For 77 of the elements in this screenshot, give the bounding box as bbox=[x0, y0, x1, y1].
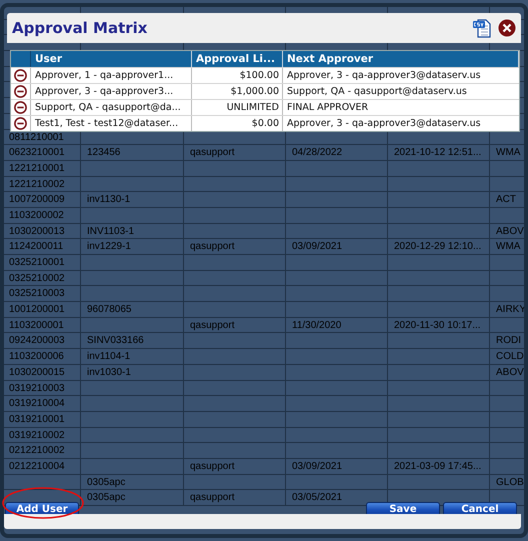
table-cell: qasupport bbox=[190, 492, 234, 504]
table-cell: Approver, 1 - qa-approver1... bbox=[35, 70, 174, 81]
table-cell: 2021-03-09 17:45... bbox=[394, 460, 482, 472]
table-cell: 1001200001 bbox=[9, 304, 65, 316]
table-cell: Support, QA - qasupport@da... bbox=[35, 102, 181, 113]
table-cell: ABOV bbox=[496, 366, 524, 378]
table-cell: $100.00 bbox=[240, 70, 279, 81]
table-cell: COLD bbox=[496, 351, 524, 362]
table-cell: 03/09/2021 bbox=[292, 460, 342, 472]
table-cell: 1221210002 bbox=[9, 178, 65, 190]
table-cell: AIRKY bbox=[496, 304, 526, 316]
remove-icon[interactable] bbox=[14, 117, 27, 130]
table-cell: 0924200003 bbox=[9, 335, 65, 346]
table-cell: Approver, 3 - qa-approver3@dataserv.us bbox=[287, 118, 481, 129]
table-cell: GLOB bbox=[496, 476, 524, 488]
table-cell: FINAL APPROVER bbox=[287, 102, 368, 113]
table-cell: 03/05/2021 bbox=[292, 492, 342, 504]
remove-icon[interactable] bbox=[14, 69, 27, 82]
table-cell: 0319210002 bbox=[9, 430, 65, 441]
table-cell: 1030200013 bbox=[9, 226, 65, 237]
table-cell: 0325210002 bbox=[9, 272, 65, 284]
table-cell: 03/09/2021 bbox=[292, 241, 342, 252]
table-cell: 123456 bbox=[87, 147, 120, 158]
table-cell: 11/30/2020 bbox=[292, 320, 342, 331]
table-cell: RODI bbox=[496, 335, 521, 346]
table-cell: 04/28/2022 bbox=[292, 147, 342, 158]
table-cell: UNLIMITED bbox=[226, 102, 279, 113]
table-cell: 0212210002 bbox=[9, 445, 65, 456]
table-cell: inv1130-1 bbox=[87, 194, 130, 206]
column-header: User bbox=[35, 53, 62, 65]
table-cell: Approver, 3 - qa-approver3@dataserv.us bbox=[287, 70, 481, 81]
remove-icon[interactable] bbox=[14, 101, 27, 114]
table-cell: WMA bbox=[496, 147, 520, 158]
table-cell: qasupport bbox=[190, 320, 234, 331]
table-cell: $0.00 bbox=[252, 118, 279, 129]
table-cell: 0623210001 bbox=[9, 147, 65, 158]
table-cell: 0305apc bbox=[87, 492, 126, 504]
window-title: Approval Matrix bbox=[12, 18, 148, 39]
table-cell: 1124200011 bbox=[9, 241, 64, 252]
close-icon[interactable] bbox=[498, 19, 516, 37]
table-cell: 0319210004 bbox=[9, 398, 65, 410]
table-cell: 0325210001 bbox=[9, 257, 65, 268]
table-cell: 1030200015 bbox=[9, 366, 65, 378]
table-cell: 1007200009 bbox=[9, 194, 65, 206]
remove-icon[interactable] bbox=[14, 85, 27, 98]
table-cell: 1221210001 bbox=[9, 162, 65, 174]
table-cell: 1103200001 bbox=[9, 320, 64, 331]
column-header: Next Approver bbox=[287, 53, 374, 65]
table-cell: 2020-12-29 12:10... bbox=[394, 241, 482, 252]
column-header: Approval Li... bbox=[196, 53, 275, 65]
table-cell: 0319210001 bbox=[9, 414, 65, 425]
table-cell: Support, QA - qasupport@dataserv.us bbox=[287, 86, 467, 97]
table-cell: inv1104-1 bbox=[87, 351, 130, 362]
table-cell: qasupport bbox=[190, 241, 234, 252]
csv-export-icon[interactable] bbox=[472, 18, 492, 38]
table-cell: 0325210003 bbox=[9, 288, 65, 300]
table-cell: qasupport bbox=[190, 147, 234, 158]
table-cell: ACT bbox=[496, 194, 516, 206]
table-cell: WMA bbox=[496, 241, 520, 252]
table-cell: 1103200002 bbox=[9, 210, 64, 221]
table-cell: $1,000.00 bbox=[230, 86, 279, 97]
table-cell: 0212210004 bbox=[9, 460, 65, 472]
table-cell: 0319210003 bbox=[9, 382, 65, 394]
table-cell: qasupport bbox=[190, 460, 234, 472]
table-cell: ABOV bbox=[496, 226, 524, 237]
table-cell: 0305apc bbox=[87, 476, 126, 488]
table-cell: inv1030-1 bbox=[87, 366, 131, 378]
table-cell: 96078065 bbox=[87, 304, 132, 316]
table-cell: INV1103-1 bbox=[87, 226, 134, 237]
table-cell: Approver, 3 - qa-approver3... bbox=[35, 86, 174, 97]
table-cell: 0811210001 bbox=[9, 132, 64, 142]
table-cell: 2021-10-12 12:51... bbox=[394, 147, 482, 158]
table-cell: Test1, Test - test12@dataser... bbox=[35, 118, 178, 129]
table-cell: 2020-11-30 10:17... bbox=[394, 320, 481, 331]
table-cell: 1103200006 bbox=[9, 351, 64, 362]
table-cell: SINV033166 bbox=[87, 335, 144, 346]
table-cell: inv1229-1 bbox=[87, 241, 131, 252]
